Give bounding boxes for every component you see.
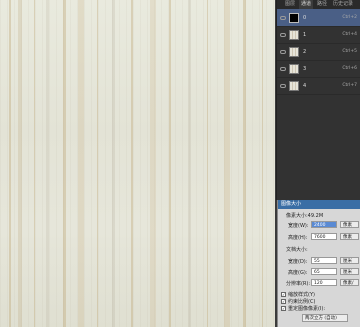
channel-thumbnail [289, 46, 299, 57]
panel-tabs: 图层 通道 路径 历史记录 [277, 0, 360, 9]
channel-shortcut: Ctrl+7 [342, 83, 357, 88]
channel-name: 0 [303, 14, 307, 21]
eye-icon[interactable] [280, 66, 286, 71]
tab-paths[interactable]: 路径 [315, 0, 329, 9]
tab-history[interactable]: 历史记录 [331, 0, 355, 9]
resolution-label: 分辨率(R): [286, 281, 311, 287]
channel-row[interactable]: 0 Ctrl+2 [277, 9, 360, 27]
width-label: 宽度(W): [288, 223, 309, 229]
scale-styles-checkbox[interactable]: ✓ [281, 292, 286, 297]
wood-grain [207, 0, 208, 327]
doc-height-label: 高度(G): [288, 270, 308, 276]
wood-grain [34, 0, 35, 327]
width-unit-select[interactable]: 像素 [340, 221, 359, 228]
wood-grain [9, 0, 11, 327]
tab-layers[interactable]: 图层 [283, 0, 297, 9]
channel-thumbnail [289, 29, 299, 40]
wood-grain [169, 0, 171, 327]
channel-thumbnail [289, 63, 299, 74]
resolution-unit-select[interactable]: 像素/英寸 [340, 279, 359, 286]
eye-icon[interactable] [280, 49, 286, 54]
pixel-dimensions-label: 像素大小:49.2M [286, 213, 324, 219]
image-size-dialog: 图像大小 像素大小:49.2M 宽度(W): 2400 像素 高度(H): 76… [277, 200, 360, 327]
channel-row[interactable]: 1 Ctrl+4 [277, 26, 360, 44]
channel-row[interactable]: 2 Ctrl+5 [277, 43, 360, 61]
doc-height-input[interactable]: 65 [311, 268, 337, 275]
channel-row[interactable]: 4 Ctrl+7 [277, 77, 360, 95]
eye-icon[interactable] [280, 32, 286, 37]
dialog-title: 图像大小 [278, 200, 360, 209]
constrain-proportions-label: 约束比例(C) [288, 299, 316, 305]
channel-shortcut: Ctrl+4 [342, 32, 357, 37]
doc-height-unit-select[interactable]: 厘米 [340, 268, 359, 275]
channel-shortcut: Ctrl+2 [342, 15, 357, 20]
document-size-label: 文档大小: [286, 247, 308, 253]
doc-width-unit-select[interactable]: 厘米 [340, 257, 359, 264]
channel-shortcut: Ctrl+6 [342, 66, 357, 71]
eye-icon[interactable] [280, 15, 286, 20]
scale-styles-label: 缩放样式(Y) [288, 292, 315, 298]
channel-name: 4 [303, 82, 307, 89]
resample-label: 重定图像像素(I): [288, 306, 326, 312]
wood-grain [63, 0, 66, 327]
wood-grain [243, 0, 246, 327]
channel-thumbnail [289, 80, 299, 91]
resample-method-select[interactable]: 两次立方 (自动) [302, 314, 348, 322]
channel-row[interactable]: 3 Ctrl+6 [277, 60, 360, 78]
channel-name: 3 [303, 65, 307, 72]
width-input[interactable]: 2400 [311, 221, 337, 228]
channel-thumbnail [289, 12, 299, 23]
height-input[interactable]: 7600 [311, 233, 337, 240]
constrain-proportions-checkbox[interactable]: ✓ [281, 299, 286, 304]
wood-grain [262, 0, 263, 327]
channel-shortcut: Ctrl+5 [342, 49, 357, 54]
height-unit-select[interactable]: 像素 [340, 233, 359, 240]
document-canvas[interactable] [0, 0, 275, 327]
wood-grain [97, 0, 98, 327]
resolution-input[interactable]: 120 [311, 279, 337, 286]
channel-name: 2 [303, 48, 307, 55]
doc-width-label: 宽度(D): [288, 259, 308, 265]
eye-icon[interactable] [280, 83, 286, 88]
doc-width-input[interactable]: 55 [311, 257, 337, 264]
height-label: 高度(H): [288, 235, 308, 241]
channels-panel: 图层 通道 路径 历史记录 0 Ctrl+2 1 Ctrl+4 2 Ctrl+5… [276, 0, 360, 200]
channel-name: 1 [303, 31, 307, 38]
wood-grain [131, 0, 133, 327]
tab-channels[interactable]: 通道 [299, 0, 314, 9]
resample-checkbox[interactable]: ✓ [281, 306, 286, 311]
